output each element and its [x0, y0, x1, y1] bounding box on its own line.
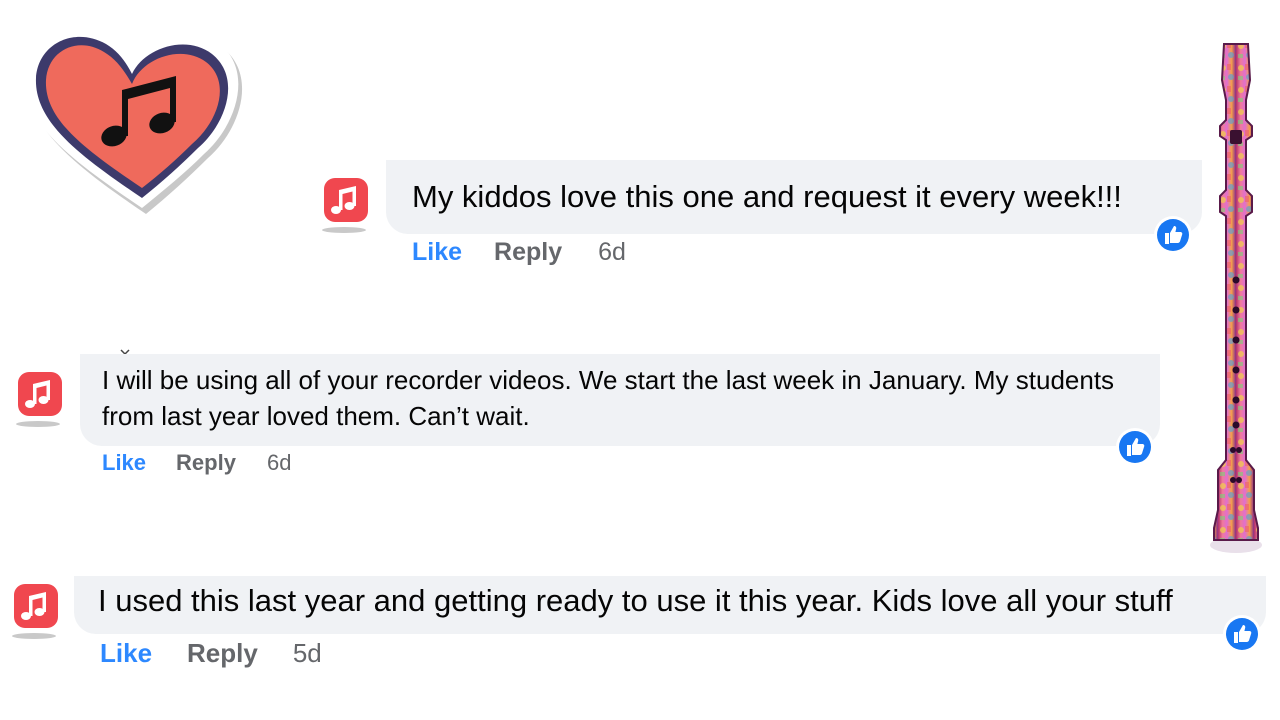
comment-bubble: My kiddos love this one and request it e…: [386, 160, 1202, 234]
music-app-icon: [8, 578, 64, 640]
comment-actions: Like Reply 6d: [102, 450, 291, 476]
comment-text: I used this last year and getting ready …: [98, 583, 1173, 618]
thumbs-up-icon: [1153, 215, 1193, 255]
music-app-icon: [318, 172, 374, 234]
comment-bubble: I will be using all of your recorder vid…: [80, 354, 1160, 446]
music-app-icon: [12, 366, 68, 428]
comment-actions: Like Reply 6d: [412, 238, 626, 267]
like-link[interactable]: Like: [100, 638, 152, 669]
comment-bubble: I used this last year and getting ready …: [74, 576, 1266, 634]
timestamp[interactable]: 5d: [293, 638, 322, 669]
cropped-text-fragment: [120, 342, 130, 356]
reply-link[interactable]: Reply: [176, 450, 236, 476]
thumbs-up-icon: [1115, 427, 1155, 467]
comment-text: My kiddos love this one and request it e…: [412, 179, 1122, 214]
thumbs-up-icon: [1222, 614, 1262, 654]
recorder-instrument: [1200, 40, 1272, 560]
heart-music-note-sticker: [18, 18, 246, 218]
comment-actions: Like Reply 5d: [100, 638, 322, 669]
like-link[interactable]: Like: [102, 450, 146, 476]
timestamp[interactable]: 6d: [598, 238, 626, 267]
timestamp[interactable]: 6d: [267, 450, 291, 476]
comment-text: I will be using all of your recorder vid…: [102, 365, 1115, 431]
reply-link[interactable]: Reply: [187, 638, 258, 669]
reply-link[interactable]: Reply: [494, 238, 562, 267]
like-link[interactable]: Like: [412, 238, 462, 267]
